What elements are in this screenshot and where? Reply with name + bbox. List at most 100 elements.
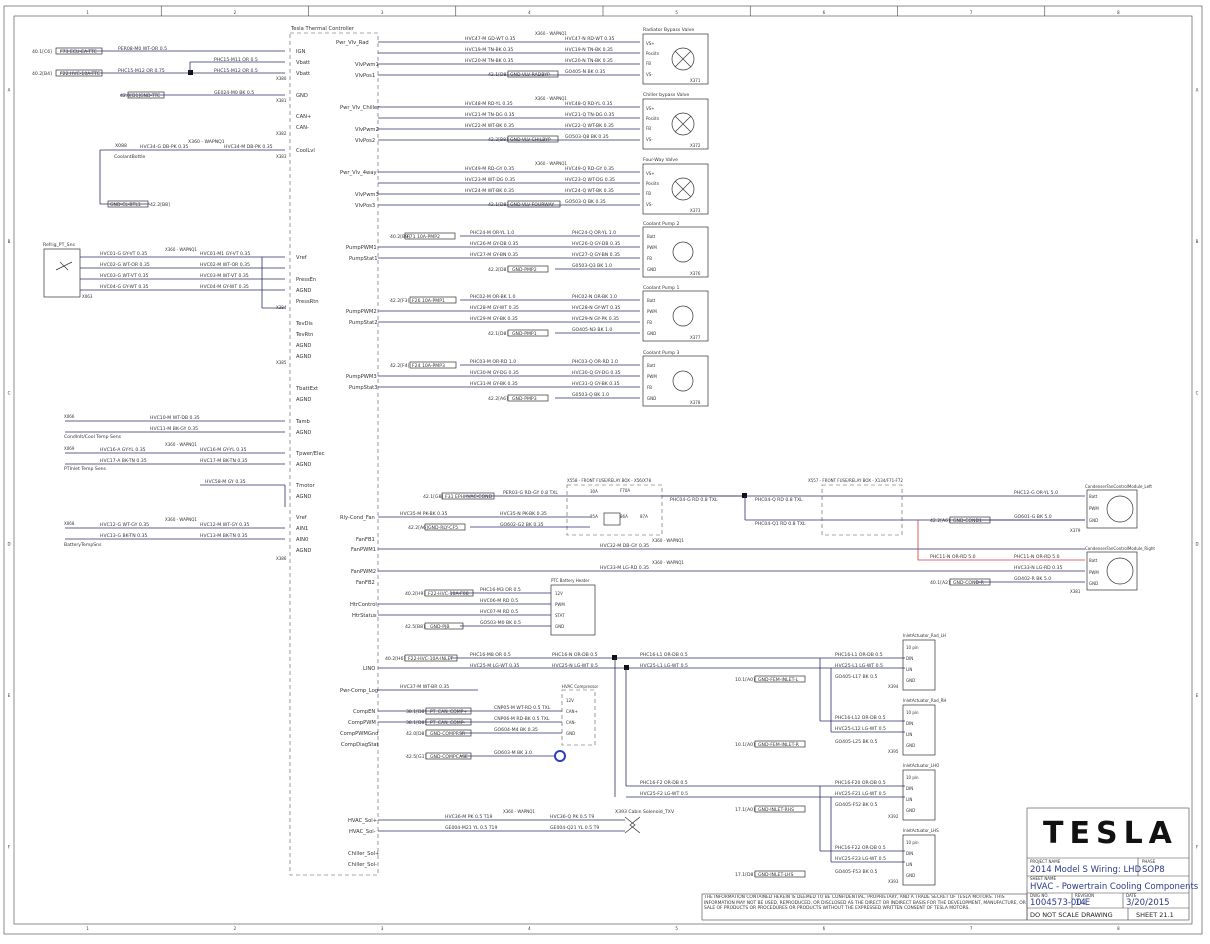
svg-text:HVC48-Q RD-YL 0.35: HVC48-Q RD-YL 0.35 (565, 101, 613, 107)
svg-text:HVC25-L1 LG-WT 0.5: HVC25-L1 LG-WT 0.5 (640, 663, 688, 669)
svg-text:F26 10A-PMP1: F26 10A-PMP1 (412, 298, 445, 304)
svg-text:42.2[F4]: 42.2[F4] (390, 363, 410, 369)
inner-frame (13, 15, 1193, 925)
svg-text:PHC03-Q OR-RD 1.0: PHC03-Q OR-RD 1.0 (572, 359, 618, 365)
svg-text:PWM: PWM (647, 374, 657, 379)
svg-text:HVC26-Q GY-DB 0.35: HVC26-Q GY-DB 0.35 (572, 241, 620, 247)
svg-text:AGND: AGND (296, 354, 311, 360)
temp-sensors: X066 HVC10-M WT-DB 0.35 HVC11-M BK-GY 0.… (64, 414, 286, 548)
svg-text:Four-Way Valve: Four-Way Valve (643, 157, 678, 163)
svg-text:VlvPos3: VlvPos3 (355, 203, 375, 209)
svg-text:DIN: DIN (906, 786, 913, 791)
pump-icon (672, 241, 694, 263)
svg-text:CompEN: CompEN (353, 709, 375, 715)
svg-text:SHEET NAME: SHEET NAME (1030, 876, 1056, 881)
svg-text:HVAC Compressor: HVAC Compressor (562, 684, 599, 689)
svg-text:PHC02-M OR-BK 1.0: PHC02-M OR-BK 1.0 (470, 294, 515, 300)
svg-text:PHC04-G RD 0.8 TXL: PHC04-G RD 0.8 TXL (670, 497, 718, 503)
svg-text:GND-INLET-RHS: GND-INLET-RHS (758, 807, 794, 813)
svg-text:10 pin: 10 pin (906, 710, 919, 715)
svg-text:42.1[D8]: 42.1[D8] (488, 202, 508, 208)
valve-icon (671, 47, 695, 201)
svg-text:10 pin: 10 pin (906, 645, 919, 650)
svg-text:VlvPwm1: VlvPwm1 (355, 62, 379, 68)
svg-text:PWM: PWM (647, 309, 657, 314)
svg-text:LIN: LIN (906, 732, 912, 737)
svg-text:Chiller bypass Valve: Chiller bypass Valve (643, 92, 689, 98)
svg-text:HVC21-Q TN-DG 0.35: HVC21-Q TN-DG 0.35 (565, 112, 614, 118)
svg-text:HVC19-M TN-BK 0.35: HVC19-M TN-BK 0.35 (465, 47, 513, 53)
svg-text:42.2[D8]: 42.2[D8] (488, 267, 508, 273)
grid-column-label: 1 (86, 926, 89, 931)
svg-text:HVC37-M WT-BR 0.35: HVC37-M WT-BR 0.35 (400, 684, 449, 690)
svg-text:X360 - WAPNQ1: X360 - WAPNQ1 (652, 538, 684, 543)
svg-text:HVC11-M BK-GY 0.35: HVC11-M BK-GY 0.35 (150, 426, 198, 432)
svg-text:Radiator Bypass Valve: Radiator Bypass Valve (643, 27, 694, 33)
svg-text:X393: X393 (888, 879, 899, 884)
svg-text:42.2[B8]: 42.2[B8] (150, 202, 170, 208)
svg-text:AGND: AGND (296, 430, 311, 436)
svg-text:GO405-N3 BK 1.0: GO405-N3 BK 1.0 (572, 327, 612, 333)
svg-text:GO503-M0 BK 0.5: GO503-M0 BK 0.5 (480, 620, 521, 626)
grid-row-label: D (7, 542, 10, 547)
svg-text:HVC25-N LG-WT 0.5: HVC25-N LG-WT 0.5 (552, 663, 598, 669)
schematic-sheet: 1 1 2 2 3 3 4 4 5 5 6 6 7 7 8 8 A A B B C C D D E E F F Tesla Therm… (0, 0, 1210, 940)
svg-text:GO601-G BK 5.0: GO601-G BK 5.0 (1014, 514, 1052, 520)
svg-text:GND-COND1: GND-COND1 (953, 518, 982, 524)
svg-text:HVC47-M GD-WT 0.35: HVC47-M GD-WT 0.35 (465, 36, 515, 42)
svg-text:HVC23-Q WT-DG 0.35: HVC23-Q WT-DG 0.35 (565, 177, 615, 183)
svg-text:PHC02-N OR-BK 1.0: PHC02-N OR-BK 1.0 (572, 294, 617, 300)
svg-text:HVC25-L1 LG-WT 0.5: HVC25-L1 LG-WT 0.5 (835, 663, 883, 669)
svg-text:GO402-R BK 5.0: GO402-R BK 5.0 (1014, 576, 1051, 582)
svg-text:GND: GND (906, 743, 915, 748)
svg-text:HVC35-M PK-BK 0.35: HVC35-M PK-BK 0.35 (400, 511, 447, 517)
grid-row-label: B (1196, 239, 1199, 244)
svg-text:X360 - WAPNQ1: X360 - WAPNQ1 (535, 161, 567, 166)
svg-text:HVC30-Q GY-DG 0.35: HVC30-Q GY-DG 0.35 (572, 370, 621, 376)
svg-text:HVC13-M BK-TN 0.35: HVC13-M BK-TN 0.35 (200, 533, 248, 539)
svg-text:GO405-L17 BK 0.5: GO405-L17 BK 0.5 (835, 674, 877, 680)
svg-text:FanFB2: FanFB2 (356, 580, 375, 586)
fan-relay-circuit: X558 - FRONT FUSE/RELAY BOX - X56/X78 X5… (378, 478, 1085, 586)
svg-text:PHC16-F20 OR-DB 0.5: PHC16-F20 OR-DB 0.5 (835, 780, 886, 786)
svg-text:X371: X371 (690, 78, 701, 83)
grid-row-label: B (8, 239, 11, 244)
pump-2: Coolant Pump 2 Batt PWM FB GND X376 (642, 221, 709, 278)
front-fuse-box-2 (821, 484, 903, 536)
svg-text:CompPWM: CompPWM (348, 720, 376, 726)
svg-text:AGND: AGND (296, 397, 311, 403)
svg-text:GO405-F52 BK 0.5: GO405-F52 BK 0.5 (835, 802, 878, 808)
svg-text:Tmotor: Tmotor (295, 483, 316, 489)
condenser-fan-left: CondenserFanControlModule_Left Batt PWM … (1070, 484, 1152, 533)
pump-icon (672, 305, 694, 327)
svg-text:LIN: LIN (906, 862, 912, 867)
svg-text:PumpPWM3: PumpPWM3 (346, 374, 377, 380)
svg-text:PHC11-N OR-RD 5.0: PHC11-N OR-RD 5.0 (930, 554, 976, 560)
svg-text:HVC12-G WT-GY 0.35: HVC12-G WT-GY 0.35 (100, 522, 149, 528)
svg-text:AIN0: AIN0 (296, 537, 308, 543)
svg-text:42.2[F3]: 42.2[F3] (390, 298, 410, 304)
svg-text:X373: X373 (690, 208, 701, 213)
svg-text:GO604-M4 BK 0.35: GO604-M4 BK 0.35 (494, 727, 538, 733)
svg-text:42.0[D8]: 42.0[D8] (406, 731, 426, 737)
svg-text:HVC16-M GY-YL 0.35: HVC16-M GY-YL 0.35 (200, 447, 247, 453)
ground-stud-icon (554, 750, 566, 762)
svg-text:PHC16-F22 OR-DB 0.5: PHC16-F22 OR-DB 0.5 (835, 845, 886, 851)
grid-row-label: E (1196, 693, 1199, 698)
svg-text:GND-FEM-INLET-R: GND-FEM-INLET-R (758, 742, 800, 748)
fan-icon (1106, 557, 1134, 585)
grid-column-label: 7 (970, 10, 973, 15)
condenser-fan-right: CondenserFanControlModule_Right Batt PWM… (1070, 546, 1155, 594)
svg-text:GND-PMP3: GND-PMP3 (512, 396, 537, 402)
svg-text:X377: X377 (690, 335, 701, 340)
svg-text:X393 Cabin Solenoid_TXV: X393 Cabin Solenoid_TXV (615, 809, 675, 815)
svg-text:PHC15-M12 OR 0.75: PHC15-M12 OR 0.75 (118, 68, 165, 74)
svg-text:GO405-F53 BK 0.5: GO405-F53 BK 0.5 (835, 869, 878, 875)
grid-column-label: 6 (823, 10, 826, 15)
svg-text:HVC22-M WT-BK 0.35: HVC22-M WT-BK 0.35 (465, 123, 514, 129)
svg-text:HVC19-N TN-BK 0.35: HVC19-N TN-BK 0.35 (565, 47, 613, 53)
hvac-compressor: HVAC Compressor 12V CAN+ CAN- GND HVC37-… (378, 684, 599, 762)
svg-text:FanPWM1: FanPWM1 (351, 547, 376, 553)
svg-text:HVC20-M TN-BK 0.35: HVC20-M TN-BK 0.35 (465, 58, 513, 64)
svg-text:VlvPwm2: VlvPwm2 (355, 127, 379, 133)
